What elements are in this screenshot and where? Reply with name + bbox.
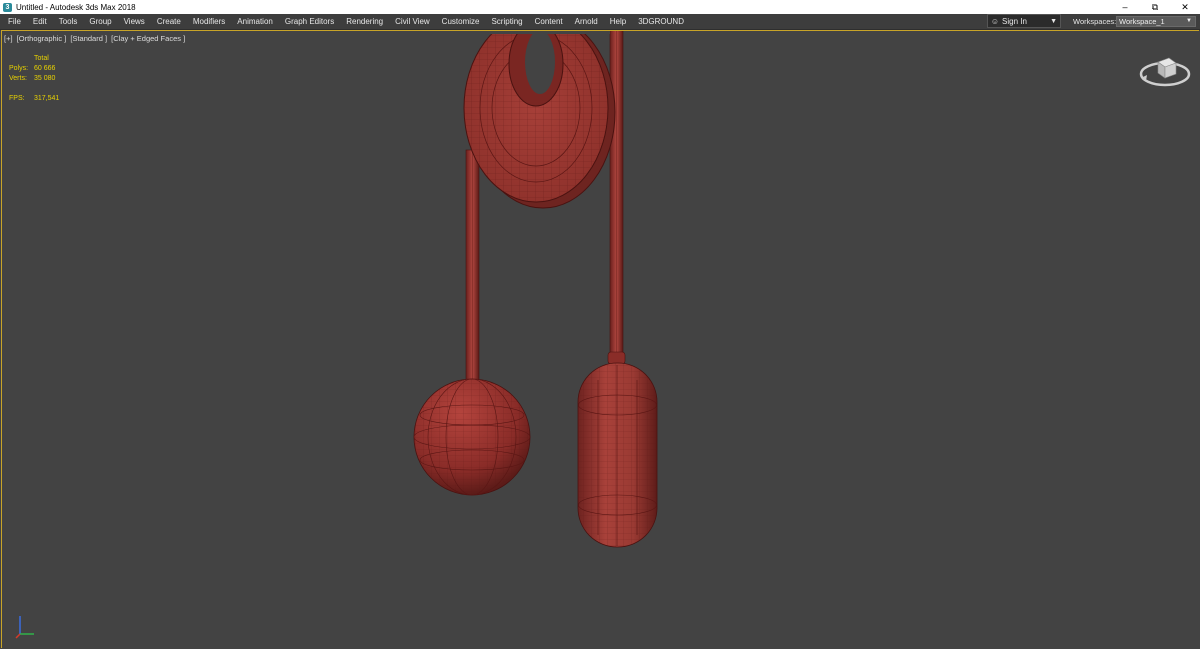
menu-modifiers[interactable]: Modifiers xyxy=(187,14,231,29)
window-controls: – ⧉ ✕ xyxy=(1110,0,1200,14)
viewport-pov-label[interactable]: [Orthographic ] xyxy=(17,34,67,43)
menu-arnold[interactable]: Arnold xyxy=(569,14,604,29)
viewport-label: [+] [Orthographic ] [Standard ] [Clay + … xyxy=(4,34,187,43)
menu-graph-editors[interactable]: Graph Editors xyxy=(279,14,340,29)
menu-customize[interactable]: Customize xyxy=(436,14,486,29)
viewport-shading-mode[interactable]: [Clay + Edged Faces ] xyxy=(111,34,185,43)
app-icon: 3 xyxy=(3,2,12,12)
axis-tripod-icon xyxy=(15,616,34,639)
restore-icon[interactable]: ⧉ xyxy=(1140,0,1170,14)
stats-polys-label: Polys: xyxy=(9,65,29,72)
window-title: Untitled - Autodesk 3ds Max 2018 xyxy=(16,2,136,12)
menu-tools[interactable]: Tools xyxy=(53,14,84,29)
sign-in-dropdown[interactable]: ☺ Sign In ▼ xyxy=(987,14,1061,28)
viewport-statistics: Total Polys: 60 666 Verts: 35 080 FPS: 3… xyxy=(9,54,59,104)
stats-verts-label: Verts: xyxy=(9,75,27,82)
menu-rendering[interactable]: Rendering xyxy=(340,14,389,29)
workspace-value: Workspace_1 xyxy=(1119,17,1165,26)
stats-total-header: Total xyxy=(34,55,49,62)
title-bar: 3 Untitled - Autodesk 3ds Max 2018 – ⧉ ✕ xyxy=(0,0,1200,14)
menu-edit[interactable]: Edit xyxy=(27,14,53,29)
close-icon[interactable]: ✕ xyxy=(1170,0,1200,14)
menu-group[interactable]: Group xyxy=(83,14,117,29)
sphere-weight[interactable] xyxy=(413,378,531,496)
user-icon: ☺ xyxy=(990,16,1000,26)
left-rope[interactable] xyxy=(465,149,480,383)
capsule-weight[interactable] xyxy=(577,362,658,548)
menu-scripting[interactable]: Scripting xyxy=(485,14,528,29)
chevron-down-icon: ▼ xyxy=(1050,18,1057,25)
menu-help[interactable]: Help xyxy=(604,14,632,29)
viewcube-icon[interactable] xyxy=(1138,52,1192,88)
stats-fps-label: FPS: xyxy=(9,95,25,102)
menu-views[interactable]: Views xyxy=(118,14,151,29)
menu-animation[interactable]: Animation xyxy=(231,14,279,29)
workspaces-label: Workspaces: xyxy=(1073,17,1117,26)
sign-in-label: Sign In xyxy=(1002,16,1027,26)
menu-civil-view[interactable]: Civil View xyxy=(389,14,436,29)
menu-3dground[interactable]: 3DGROUND xyxy=(632,14,690,29)
viewport-scene[interactable] xyxy=(0,30,1200,649)
viewport-shading-standard[interactable]: [Standard ] xyxy=(70,34,107,43)
workspace-select[interactable]: Workspace_1 ▼ xyxy=(1116,16,1196,27)
stats-verts-value: 35 080 xyxy=(34,75,56,82)
menu-create[interactable]: Create xyxy=(151,14,187,29)
stats-fps-value: 317,541 xyxy=(34,95,60,102)
stats-polys-value: 60 666 xyxy=(34,65,56,72)
minimize-icon[interactable]: – xyxy=(1110,0,1140,14)
viewport-menu-plus[interactable]: [+] xyxy=(4,34,13,43)
chevron-down-icon: ▼ xyxy=(1186,18,1192,24)
menu-content[interactable]: Content xyxy=(529,14,569,29)
menu-file[interactable]: File xyxy=(0,14,27,29)
pulley-wheel[interactable] xyxy=(463,30,616,209)
